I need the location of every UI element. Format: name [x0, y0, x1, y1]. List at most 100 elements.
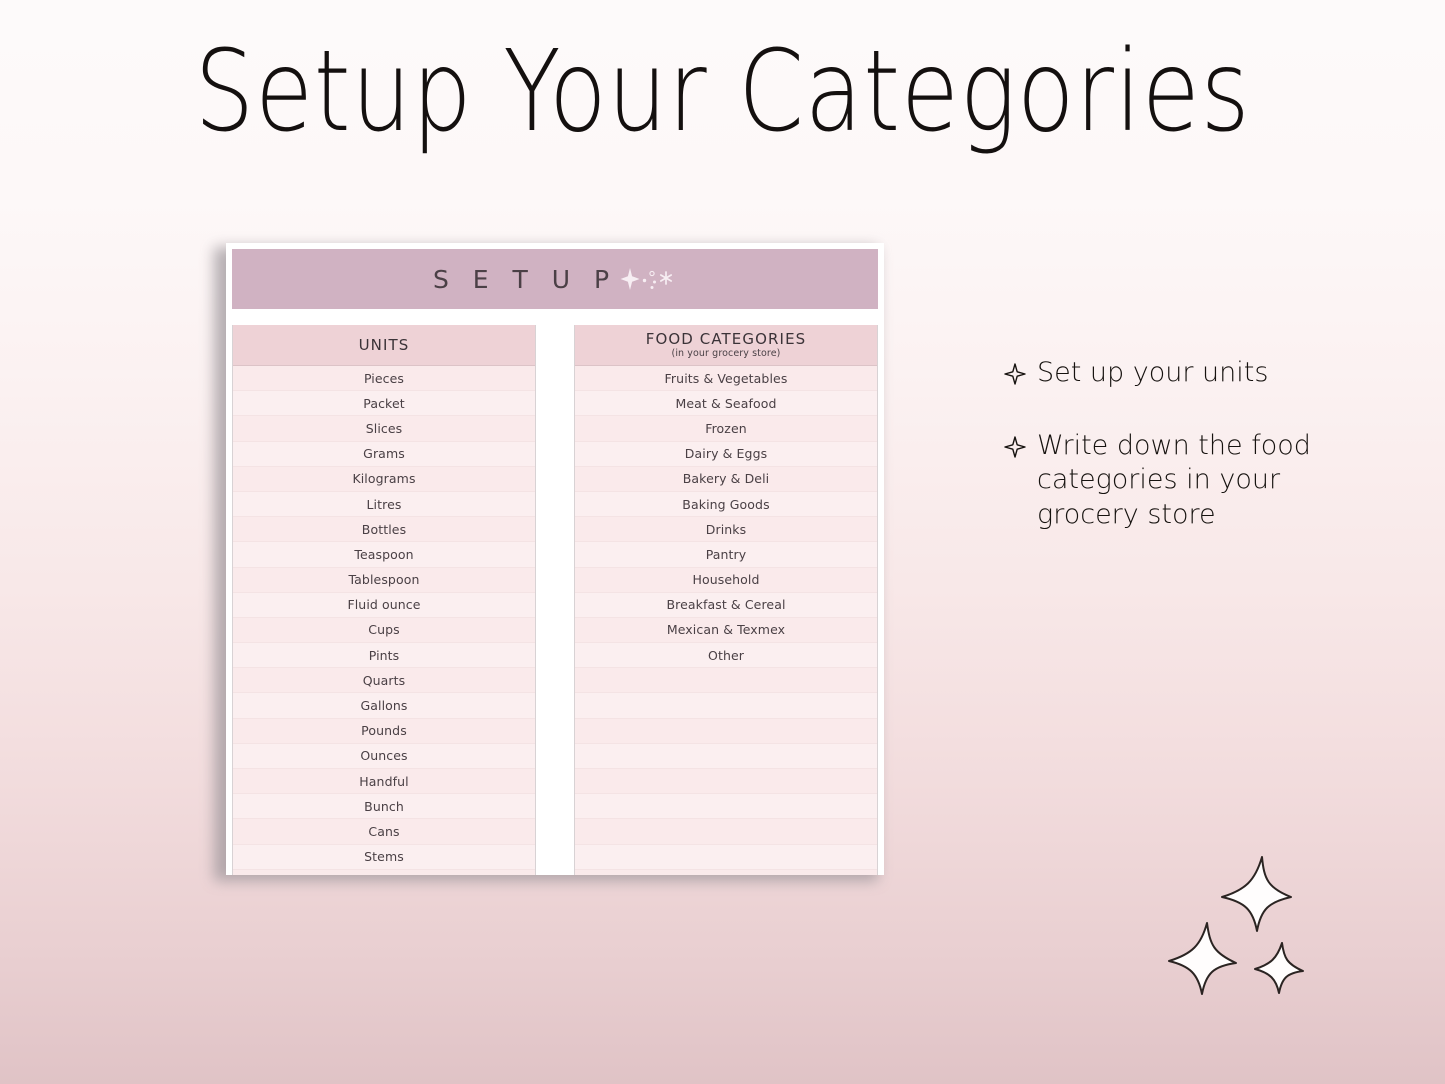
table-row-label: Bunch [364, 798, 404, 814]
table-row-label: Pints [368, 647, 400, 663]
table-row[interactable]: Breakfast & Cereal [575, 592, 877, 618]
table-row-label: Breakfast & Cereal [666, 597, 786, 613]
table-row[interactable]: Meat & Seafood [575, 391, 877, 417]
table-row-label: Ounces [360, 748, 408, 764]
table-row-label: Slices [365, 420, 403, 436]
table-row[interactable]: Tablespoon [233, 567, 535, 593]
table-row[interactable]: Drinks [575, 517, 877, 543]
table-row-label: Household [692, 572, 760, 588]
table-row-label: Cups [368, 622, 400, 638]
table-row[interactable]: Fruits & Vegetables [575, 366, 877, 392]
table-row-empty[interactable] [575, 844, 877, 870]
table-row-label: Gallons [360, 698, 408, 714]
food-categories-column-header-title: FOOD CATEGORIES [645, 330, 807, 349]
table-row[interactable]: Grams [233, 441, 535, 467]
table-row-label: Stems [364, 849, 404, 865]
table-row-empty[interactable] [575, 869, 877, 875]
table-row[interactable]: Household [575, 567, 877, 593]
table-row-label: Mexican & Texmex [666, 622, 786, 638]
table-row-label: Packet [363, 395, 405, 411]
table-row-label: Grams [363, 446, 405, 462]
table-row[interactable]: Pieces [233, 366, 535, 392]
star-large [1221, 856, 1292, 932]
table-row-label: Pantry [705, 546, 747, 562]
setup-card: S E T U P UNITS Pieces Packet Slices Gra… [214, 243, 884, 881]
star-medium [1168, 922, 1237, 995]
units-row-list: Pieces Packet Slices Grams Kilograms Litres Bo… [233, 366, 535, 875]
four-point-sparkle-icon [1004, 433, 1026, 468]
table-row-label: Handful [359, 773, 409, 789]
table-row[interactable]: Kilograms [233, 466, 535, 492]
table-row-label: Dairy & Eggs [684, 446, 768, 462]
setup-columns: UNITS Pieces Packet Slices Grams Kilograms Li… [232, 325, 878, 875]
table-row[interactable]: Baking Goods [575, 491, 877, 518]
food-categories-column: FOOD CATEGORIES (in your grocery store) … [574, 325, 878, 875]
table-row[interactable]: Bunch [233, 794, 535, 820]
table-row-empty[interactable] [575, 769, 877, 795]
units-column-header-title: UNITS [358, 335, 410, 354]
table-row-label: Kilograms [352, 471, 416, 487]
table-row-label: Teaspoon [354, 546, 414, 562]
table-row-label: Cloves [363, 874, 405, 875]
table-row-label: Pounds [361, 723, 407, 739]
instructions-list: Set up your units Write down the food cat… [1004, 356, 1334, 566]
table-row[interactable]: Frozen [575, 416, 877, 442]
table-row-label: Fruits & Vegetables [664, 370, 788, 386]
setup-banner: S E T U P [232, 249, 878, 309]
instruction-item: Write down the food categories in your g… [1004, 429, 1334, 533]
table-row-label: Other [708, 647, 744, 663]
food-categories-row-list: Fruits & Vegetables Meat & Seafood Frozen D… [575, 366, 877, 875]
table-row-label: Drinks [705, 521, 747, 537]
table-row-empty[interactable] [575, 743, 877, 769]
units-column-header: UNITS [233, 325, 535, 366]
table-row[interactable]: Bottles [233, 517, 535, 543]
table-row[interactable]: Fluid ounce [233, 592, 535, 618]
table-row[interactable]: Mexican & Texmex [575, 617, 877, 644]
table-row[interactable]: Cloves [233, 869, 535, 875]
table-row[interactable]: Litres [233, 491, 535, 518]
setup-banner-label: S E T U P [432, 264, 618, 294]
star-small [1254, 942, 1304, 994]
table-row-empty[interactable] [575, 819, 877, 845]
decorative-stars [1165, 855, 1335, 995]
table-row[interactable]: Dairy & Eggs [575, 441, 877, 467]
table-row-label: Bottles [361, 521, 407, 537]
table-row-label: Tablespoon [348, 572, 420, 588]
table-row[interactable]: Teaspoon [233, 542, 535, 568]
table-row[interactable]: Pounds [233, 718, 535, 744]
instruction-item: Set up your units [1004, 356, 1334, 395]
table-row[interactable]: Packet [233, 391, 535, 417]
table-row-label: Frozen [705, 420, 747, 436]
food-categories-column-header-subtitle: (in your grocery store) [671, 347, 781, 359]
table-row-label: Bakery & Deli [682, 471, 770, 487]
table-row-empty[interactable] [575, 668, 877, 694]
table-row[interactable]: Slices [233, 416, 535, 442]
table-row[interactable]: Other [575, 643, 877, 669]
table-row-empty[interactable] [575, 693, 877, 719]
table-row[interactable]: Cups [233, 617, 535, 644]
units-column: UNITS Pieces Packet Slices Grams Kilograms Li… [232, 325, 536, 875]
table-row[interactable]: Pints [233, 643, 535, 669]
instruction-item-label: Write down the food categories in your g… [1037, 429, 1311, 530]
page-title: Setup Your Categories [194, 27, 1251, 157]
table-row[interactable]: Cans [233, 819, 535, 845]
table-row-label: Meat & Seafood [675, 395, 777, 411]
table-row-label: Fluid ounce [347, 597, 421, 613]
table-row-label: Quarts [362, 672, 406, 688]
table-row-empty[interactable] [575, 794, 877, 820]
table-row[interactable]: Bakery & Deli [575, 466, 877, 492]
banner-sparkle-group [619, 266, 677, 292]
instruction-item-label: Set up your units [1037, 357, 1269, 388]
table-row[interactable]: Handful [233, 769, 535, 795]
card-body: S E T U P UNITS Pieces Packet Slices Gra… [226, 243, 884, 875]
table-row[interactable]: Stems [233, 844, 535, 870]
table-row[interactable]: Gallons [233, 693, 535, 719]
table-row[interactable]: Pantry [575, 542, 877, 568]
table-row[interactable]: Ounces [233, 743, 535, 769]
table-row-label: Litres [366, 496, 402, 512]
four-point-sparkle-icon [1004, 360, 1026, 395]
table-row[interactable]: Quarts [233, 668, 535, 694]
table-row-label: Baking Goods [682, 496, 770, 512]
food-categories-column-header: FOOD CATEGORIES (in your grocery store) [575, 325, 877, 366]
table-row-empty[interactable] [575, 718, 877, 744]
